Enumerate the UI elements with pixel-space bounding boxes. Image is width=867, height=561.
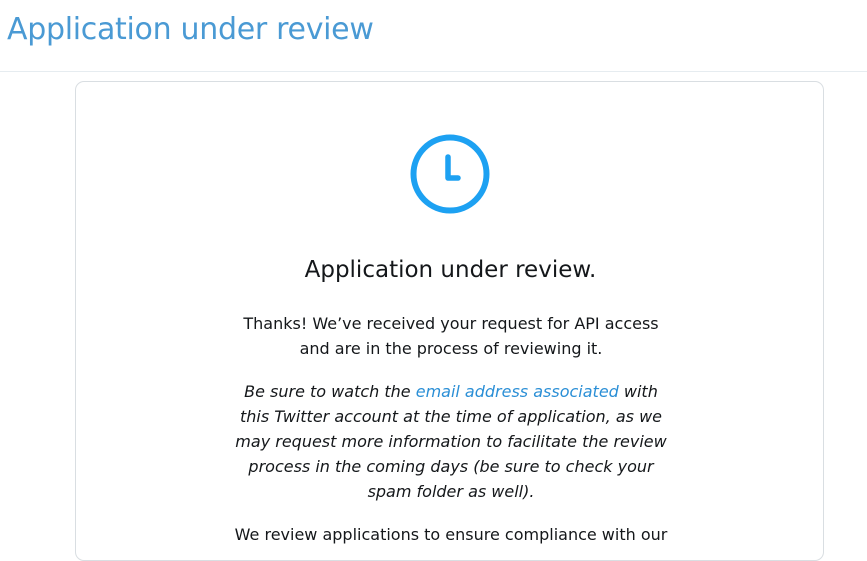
page-title: Application under review <box>7 12 374 47</box>
compliance-text: We review applications to ensure complia… <box>234 525 668 544</box>
card-title: Application under review. <box>304 257 597 283</box>
review-status-card: Application under review. Thanks! We’ve … <box>75 81 824 561</box>
request-received-text: Thanks! We’ve received your request for … <box>243 314 659 358</box>
clock-icon <box>410 134 490 214</box>
email-notice-before: Be sure to watch the <box>244 382 416 401</box>
email-notice-text: Be sure to watch the email address assoc… <box>231 379 671 504</box>
email-address-link[interactable]: email address associated <box>416 382 619 401</box>
page-header: Application under review <box>0 0 867 72</box>
